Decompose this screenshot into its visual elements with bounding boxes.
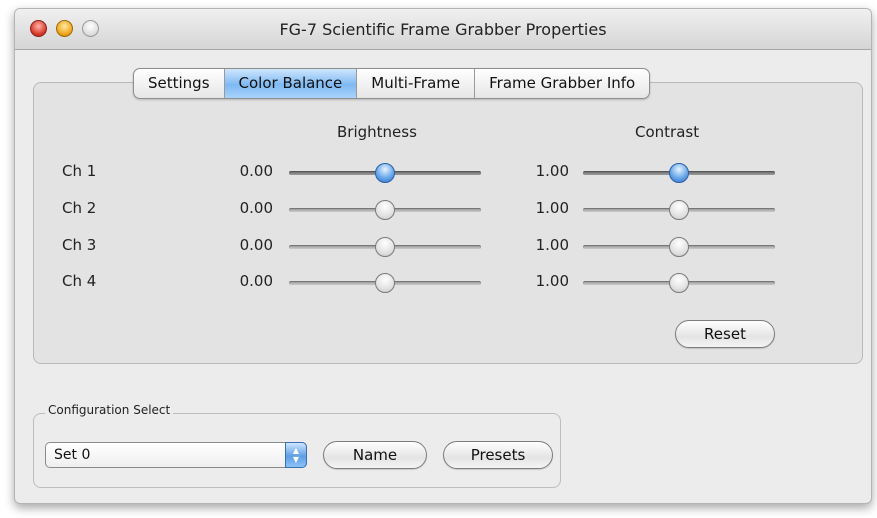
tab-frame-grabber-info[interactable]: Frame Grabber Info (475, 69, 649, 98)
slider-knob[interactable] (375, 237, 395, 257)
channel-3-brightness-slider[interactable] (289, 237, 481, 257)
name-button[interactable]: Name (323, 441, 427, 469)
slider-knob[interactable] (669, 273, 689, 293)
brightness-header: Brightness (337, 123, 417, 141)
channel-4-brightness-value: 0.00 (239, 272, 273, 290)
channel-2-contrast-slider[interactable] (583, 200, 775, 220)
reset-button[interactable]: Reset (675, 320, 775, 348)
channel-1-brightness-value: 0.00 (239, 162, 273, 180)
title-bar[interactable]: FG-7 Scientific Frame Grabber Properties (15, 9, 871, 50)
channel-2-label: Ch 2 (62, 199, 97, 217)
channel-3-brightness-value: 0.00 (239, 236, 273, 254)
slider-knob[interactable] (375, 163, 395, 183)
configuration-select-popup[interactable]: Set 0 ▲ ▼ (45, 442, 307, 468)
contrast-header: Contrast (635, 123, 700, 141)
configuration-select-label: Configuration Select (45, 403, 174, 417)
slider-knob[interactable] (669, 200, 689, 220)
channel-1-label: Ch 1 (62, 162, 97, 180)
channel-4-contrast-value: 1.00 (535, 272, 569, 290)
channel-1-contrast-slider[interactable] (583, 163, 775, 183)
slider-knob[interactable] (669, 163, 689, 183)
up-down-arrows-icon: ▲ ▼ (285, 442, 307, 468)
channel-2-brightness-slider[interactable] (289, 200, 481, 220)
tab-multi-frame[interactable]: Multi-Frame (357, 69, 476, 98)
presets-button[interactable]: Presets (443, 441, 553, 469)
channel-1-contrast-value: 1.00 (535, 162, 569, 180)
slider-knob[interactable] (375, 273, 395, 293)
channel-4-label: Ch 4 (62, 272, 97, 290)
channel-3-contrast-slider[interactable] (583, 237, 775, 257)
channel-1-brightness-slider[interactable] (289, 163, 481, 183)
channel-3-label: Ch 3 (62, 236, 97, 254)
channel-4-brightness-slider[interactable] (289, 273, 481, 293)
tab-bar: Settings Color Balance Multi-Frame Frame… (133, 68, 651, 99)
properties-window: FG-7 Scientific Frame Grabber Properties… (14, 8, 872, 504)
channel-2-contrast-value: 1.00 (535, 199, 569, 217)
channel-4-contrast-slider[interactable] (583, 273, 775, 293)
channel-2-brightness-value: 0.00 (239, 199, 273, 217)
channel-3-contrast-value: 1.00 (535, 236, 569, 254)
slider-knob[interactable] (669, 237, 689, 257)
tab-settings[interactable]: Settings (134, 69, 225, 98)
slider-knob[interactable] (375, 200, 395, 220)
window-title: FG-7 Scientific Frame Grabber Properties (279, 20, 607, 39)
configuration-selected-value: Set 0 (54, 447, 91, 463)
tab-color-balance[interactable]: Color Balance (224, 69, 358, 98)
